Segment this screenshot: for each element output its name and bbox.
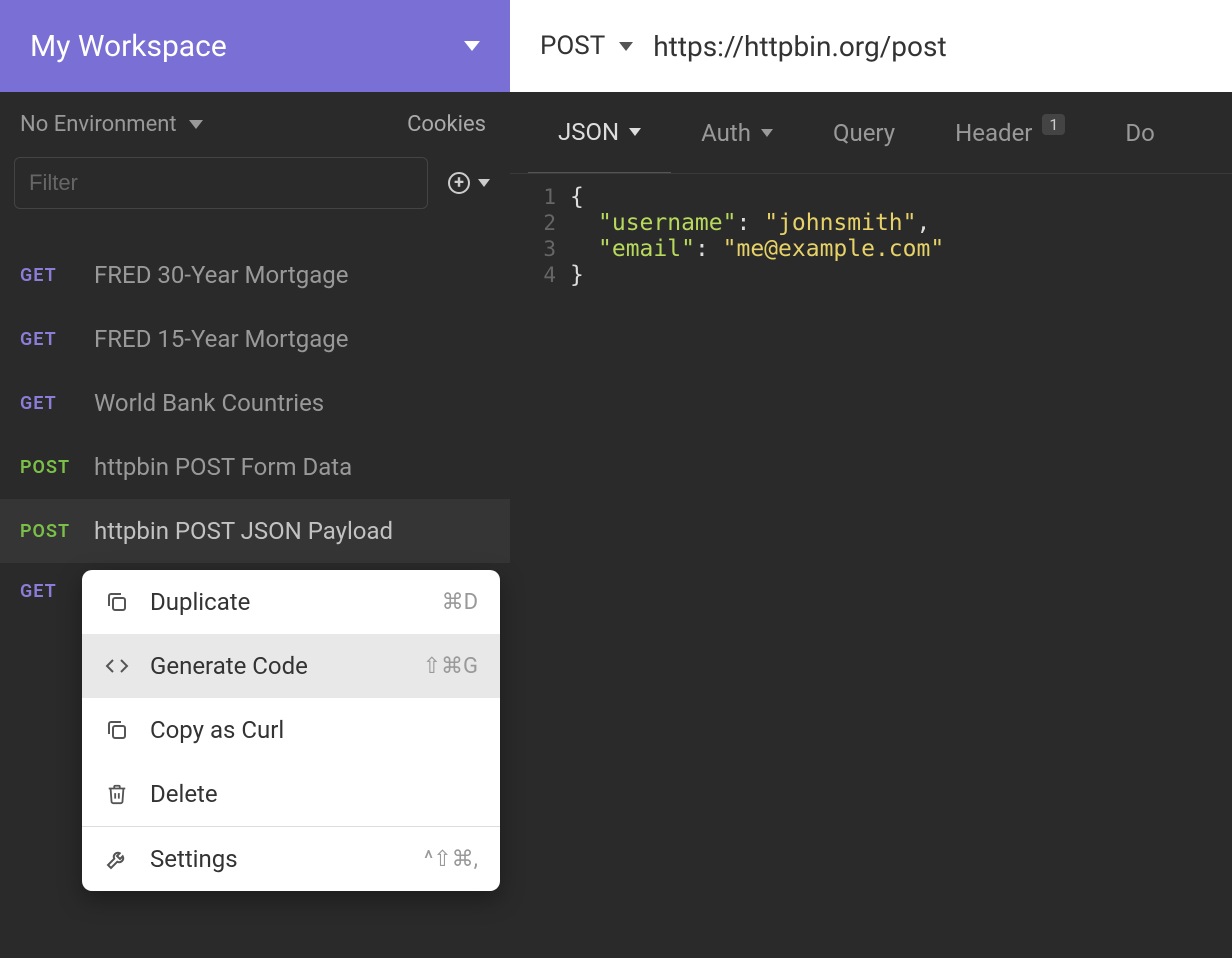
request-context-menu: Duplicate ⌘D Generate Code ⇧⌘G Copy as Curl D…: [82, 570, 500, 891]
request-name: FRED 30-Year Mortgage: [94, 261, 348, 289]
request-name: FRED 15-Year Mortgage: [94, 325, 348, 353]
http-method-selector[interactable]: POST: [540, 31, 633, 61]
tab-label: Query: [833, 119, 895, 147]
json-body-editor[interactable]: 1 { 2 "username": "johnsmith", 3 "email"…: [510, 174, 1232, 298]
workspace-selector[interactable]: My Workspace: [0, 0, 510, 92]
chevron-down-icon: [619, 42, 633, 51]
duplicate-icon: [104, 589, 130, 615]
add-request-button[interactable]: +: [448, 172, 490, 194]
sidebar: My Workspace No Environment Cookies + GE…: [0, 0, 510, 958]
tab-label: Do: [1125, 119, 1154, 147]
menu-item-label: Duplicate: [150, 588, 250, 616]
menu-item-label: Copy as Curl: [150, 716, 284, 744]
request-method: GET: [20, 329, 74, 350]
request-item[interactable]: POST httpbin POST Form Data: [0, 435, 510, 499]
trash-icon: [104, 781, 130, 807]
menu-item-shortcut: ⇧⌘G: [423, 654, 478, 679]
tab-docs[interactable]: Do: [1095, 93, 1184, 173]
env-row: No Environment Cookies: [0, 92, 510, 149]
chevron-down-icon: [189, 120, 203, 129]
line-number: 2: [510, 211, 570, 235]
request-name: httpbin POST Form Data: [94, 453, 352, 481]
line-number: 1: [510, 185, 570, 209]
workspace-title: My Workspace: [30, 29, 227, 64]
menu-item-settings[interactable]: Settings ^⇧⌘,: [82, 827, 500, 891]
chevron-down-icon: [761, 129, 773, 137]
duplicate-icon: [104, 717, 130, 743]
menu-item-shortcut: ⌘D: [442, 590, 478, 615]
menu-item-duplicate[interactable]: Duplicate ⌘D: [82, 570, 500, 634]
tab-label: Header: [955, 119, 1032, 147]
tab-label: Auth: [701, 119, 751, 147]
menu-item-label: Delete: [150, 780, 218, 808]
filter-input[interactable]: [14, 157, 428, 209]
request-method: POST: [20, 457, 74, 478]
request-item[interactable]: GET FRED 15-Year Mortgage: [0, 307, 510, 371]
http-method-label: POST: [540, 31, 605, 61]
menu-item-label: Settings: [150, 845, 238, 873]
tab-auth[interactable]: Auth: [671, 93, 803, 173]
cookies-link[interactable]: Cookies: [407, 112, 486, 137]
request-tabs: JSON Auth Query Header 1 Do: [510, 92, 1232, 174]
url-input[interactable]: https://httpbin.org/post: [653, 30, 946, 63]
menu-item-shortcut: ^⇧⌘,: [424, 847, 478, 872]
request-name: World Bank Countries: [94, 389, 324, 417]
request-method: GET: [20, 581, 74, 602]
plus-circle-icon: +: [448, 172, 470, 194]
request-method: GET: [20, 265, 74, 286]
tab-header[interactable]: Header 1: [925, 93, 1095, 173]
main-panel: POST https://httpbin.org/post JSON Auth …: [510, 0, 1232, 958]
environment-selector[interactable]: No Environment: [20, 112, 203, 137]
request-item[interactable]: POST httpbin POST JSON Payload: [0, 499, 510, 563]
menu-item-generate-code[interactable]: Generate Code ⇧⌘G: [82, 634, 500, 698]
chevron-down-icon: [464, 41, 480, 51]
tab-body[interactable]: JSON: [528, 92, 671, 173]
line-number: 4: [510, 263, 570, 287]
menu-item-label: Generate Code: [150, 652, 308, 680]
filter-row: +: [0, 149, 510, 225]
line-number: 3: [510, 237, 570, 261]
request-item[interactable]: GET World Bank Countries: [0, 371, 510, 435]
url-bar: POST https://httpbin.org/post: [510, 0, 1232, 92]
request-name: httpbin POST JSON Payload: [94, 517, 393, 545]
request-list: GET FRED 30-Year Mortgage GET FRED 15-Year …: [0, 243, 510, 620]
chevron-down-icon: [629, 128, 641, 136]
tab-label: JSON: [558, 118, 619, 146]
menu-item-delete[interactable]: Delete: [82, 762, 500, 826]
environment-label: No Environment: [20, 112, 177, 137]
wrench-icon: [104, 846, 130, 872]
request-method: GET: [20, 393, 74, 414]
request-method: POST: [20, 521, 74, 542]
chevron-down-icon: [478, 179, 490, 187]
tab-query[interactable]: Query: [803, 93, 925, 173]
menu-item-copy-as-curl[interactable]: Copy as Curl: [82, 698, 500, 762]
code-icon: [104, 653, 130, 679]
header-count-badge: 1: [1042, 114, 1065, 135]
request-item[interactable]: GET FRED 30-Year Mortgage: [0, 243, 510, 307]
